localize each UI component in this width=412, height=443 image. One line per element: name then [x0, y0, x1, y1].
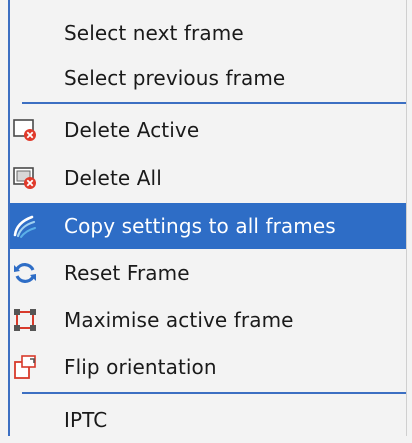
menu-item-label: Select next frame — [64, 21, 244, 45]
menu-separator — [22, 392, 406, 394]
menu-item-label: Flip orientation — [64, 355, 217, 379]
menu-item-label: Reset Frame — [64, 261, 190, 285]
menu-item-delete-active[interactable]: Delete Active — [10, 107, 406, 153]
reset-frame-icon — [12, 260, 38, 286]
menu-item-iptc[interactable]: IPTC — [10, 397, 406, 443]
menu-item-label: Copy settings to all frames — [64, 214, 336, 238]
menu-item-label: Select previous frame — [64, 66, 286, 90]
menu-item-delete-all[interactable]: Delete All — [10, 155, 406, 201]
context-menu: Select next frame Select previous frame … — [0, 0, 412, 436]
menu-item-label: Delete All — [64, 166, 162, 190]
menu-separator — [22, 102, 406, 104]
menu-item-reset-frame[interactable]: Reset Frame — [10, 250, 406, 296]
menu-item-select-next-frame[interactable]: Select next frame — [10, 10, 406, 56]
menu-item-label: Delete Active — [64, 118, 200, 142]
menu-item-label: IPTC — [64, 408, 108, 432]
copy-settings-icon — [12, 213, 38, 239]
menu-item-maximise-active-frame[interactable]: Maximise active frame — [10, 297, 406, 343]
menu-item-select-previous-frame[interactable]: Select previous frame — [10, 55, 406, 101]
maximise-frame-icon — [12, 307, 38, 333]
menu-item-copy-settings[interactable]: Copy settings to all frames — [10, 203, 406, 249]
delete-active-icon — [12, 117, 38, 143]
menu-item-label: Maximise active frame — [64, 308, 294, 332]
menu-right-border — [406, 0, 407, 436]
menu-item-flip-orientation[interactable]: Flip orientation — [10, 344, 406, 390]
flip-orientation-icon — [12, 354, 38, 380]
delete-all-icon — [12, 165, 38, 191]
